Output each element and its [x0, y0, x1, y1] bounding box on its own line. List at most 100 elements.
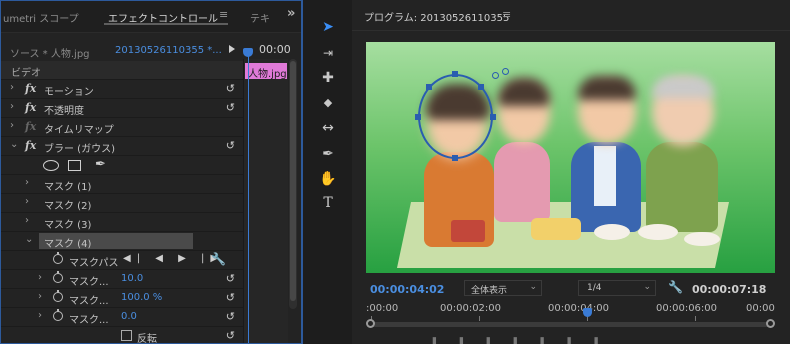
- stopwatch-icon[interactable]: [53, 252, 63, 264]
- tab-overflow-icon[interactable]: »: [287, 6, 295, 21]
- reset-icon[interactable]: ↺: [226, 329, 235, 342]
- sequence-clip-label[interactable]: 20130526110355 *...: [115, 45, 222, 56]
- program-monitor-title[interactable]: プログラム: 20130526110355: [364, 9, 509, 24]
- mask-path-track-controls[interactable]: ◀| ◀ ▶ |▶: [123, 253, 224, 264]
- mask-row-3[interactable]: › マスク (3): [1, 213, 243, 232]
- fx-icon[interactable]: fx: [25, 82, 36, 95]
- video-header-label: ビデオ: [11, 68, 41, 79]
- video-frame[interactable]: [366, 42, 775, 273]
- type-icon[interactable]: T: [318, 194, 338, 212]
- person-4: [646, 142, 718, 232]
- effect-row-motion[interactable]: › fx モーション ↺: [1, 80, 243, 99]
- reset-icon[interactable]: ↺: [226, 101, 235, 114]
- fx-icon[interactable]: fx: [25, 139, 36, 152]
- reset-icon[interactable]: ↺: [226, 139, 235, 152]
- effect-rows: ビデオ › fx モーション ↺ › fx 不透明度 ↺ › fx タイムリマッ…: [1, 61, 243, 343]
- reset-icon[interactable]: ↺: [226, 82, 235, 95]
- scrollbar-thumb[interactable]: [290, 61, 296, 301]
- mask-opacity-value[interactable]: 100.0 %: [121, 292, 162, 303]
- stopwatch-icon[interactable]: [53, 290, 63, 302]
- current-timecode[interactable]: 00:00:04:02: [370, 283, 444, 296]
- mask-vertex-right[interactable]: [490, 114, 496, 120]
- mask-vertex-left[interactable]: [415, 114, 421, 120]
- slip-icon[interactable]: ↔: [318, 119, 338, 137]
- mask-feather-handle[interactable]: [492, 72, 499, 79]
- mask-path-row[interactable]: マスクパス ◀| ◀ ▶ |▶ 🔧: [1, 251, 243, 270]
- fit-zoom-select[interactable]: 全体表示 ⌄: [464, 280, 542, 296]
- chevron-right-icon[interactable]: ›: [10, 120, 14, 131]
- mask-vertex-bottom[interactable]: [452, 155, 458, 161]
- person-3-shirt: [594, 146, 616, 206]
- mask-expansion-label: マスク...: [69, 315, 109, 326]
- zoom-handle-right[interactable]: [766, 319, 775, 328]
- mask-row-4[interactable]: ⌄ マスク (4): [1, 232, 243, 251]
- play-icon[interactable]: [229, 45, 235, 53]
- transport-controls[interactable]: ▮▮▮▮▮▮▮: [432, 336, 732, 344]
- mask-rotate-handle[interactable]: [502, 68, 509, 75]
- zoom-scroll-bar[interactable]: [368, 322, 772, 327]
- chevron-right-icon[interactable]: ›: [25, 196, 29, 207]
- rectangle-mask-icon[interactable]: [68, 160, 81, 171]
- mask-feather-row[interactable]: › マスク... 10.0 ↺: [1, 270, 243, 289]
- mask-expansion-value[interactable]: 0.0: [121, 311, 137, 322]
- reset-icon[interactable]: ↺: [226, 310, 235, 323]
- playhead-line[interactable]: [248, 53, 249, 343]
- playback-resolution-select[interactable]: 1/4 ⌄: [578, 280, 656, 296]
- hand-icon[interactable]: ✋: [318, 170, 338, 188]
- selection-arrow-icon[interactable]: ➤: [318, 18, 338, 36]
- invert-row[interactable]: 反転 ↺: [1, 327, 243, 343]
- hamburger-icon[interactable]: ≡: [502, 8, 511, 21]
- chevron-right-icon[interactable]: ›: [38, 272, 42, 283]
- clip-label[interactable]: 人物.jpg: [245, 63, 287, 79]
- effect-row-time-remap[interactable]: › fx タイムリマップ: [1, 118, 243, 137]
- zoom-handle-left[interactable]: [366, 319, 375, 328]
- source-clip-label[interactable]: ソース * 人物.jpg: [10, 45, 90, 60]
- effect-row-opacity[interactable]: › fx 不透明度 ↺: [1, 99, 243, 118]
- playhead-handle[interactable]: [243, 48, 253, 57]
- mask-expansion-row[interactable]: › マスク... 0.0 ↺: [1, 308, 243, 327]
- mask-opacity-label: マスク...: [69, 296, 109, 307]
- mask-row-1[interactable]: › マスク (1): [1, 175, 243, 194]
- mask-vertex-top-left[interactable]: [426, 84, 432, 90]
- chevron-right-icon[interactable]: ›: [10, 101, 14, 112]
- mask-opacity-row[interactable]: › マスク... 100.0 % ↺: [1, 289, 243, 308]
- chevron-right-icon[interactable]: ›: [38, 310, 42, 321]
- reset-icon[interactable]: ↺: [226, 272, 235, 285]
- hair-4: [652, 76, 714, 98]
- fx-icon[interactable]: fx: [25, 101, 36, 114]
- mini-timeline[interactable]: [243, 59, 288, 343]
- tab-lumetri-scopes[interactable]: umetri スコープ: [3, 10, 79, 25]
- chevron-right-icon[interactable]: ›: [25, 215, 29, 226]
- mask-vertex-top-right[interactable]: [478, 84, 484, 90]
- invert-checkbox[interactable]: [121, 330, 132, 341]
- mask-row-2[interactable]: › マスク (2): [1, 194, 243, 213]
- duration-timecode: 00:00:07:18: [692, 283, 767, 296]
- program-playhead[interactable]: [583, 308, 592, 317]
- reset-icon[interactable]: ↺: [226, 291, 235, 304]
- mask-vertex-top[interactable]: [452, 71, 458, 77]
- chevron-down-icon[interactable]: ⌄: [10, 139, 18, 150]
- time-ruler[interactable]: :00:00 00:00:02:00 00:00:04:00 00:00:06:…: [366, 300, 775, 324]
- chevron-right-icon[interactable]: ›: [38, 291, 42, 302]
- ellipse-mask-icon[interactable]: [43, 160, 59, 171]
- ruler-label: 00:00:0: [746, 303, 775, 314]
- chevron-right-icon[interactable]: ›: [10, 82, 14, 93]
- wrench-icon[interactable]: 🔧: [211, 252, 226, 266]
- razor-icon[interactable]: ◆: [318, 94, 338, 112]
- food-plate-2: [594, 224, 630, 240]
- settings-wrench-icon[interactable]: 🔧: [668, 280, 683, 294]
- tab-text[interactable]: テキ: [250, 10, 270, 25]
- effect-row-gaussian-blur[interactable]: ⌄ fx ブラー (ガウス) ↺: [1, 137, 243, 156]
- pen-icon[interactable]: ✒: [318, 145, 338, 163]
- ripple-edit-icon[interactable]: ✚: [318, 69, 338, 87]
- chevron-right-icon[interactable]: ›: [25, 177, 29, 188]
- pen-mask-icon[interactable]: ✒: [95, 157, 106, 172]
- gaussian-blur-label: ブラー (ガウス): [44, 144, 115, 155]
- hamburger-icon[interactable]: ≡: [219, 8, 228, 21]
- stopwatch-icon[interactable]: [53, 271, 63, 283]
- track-select-icon[interactable]: ⇥: [318, 44, 338, 62]
- mask-feather-value[interactable]: 10.0: [121, 273, 143, 284]
- stopwatch-icon[interactable]: [53, 309, 63, 321]
- mask-2-label: マスク (2): [44, 201, 92, 212]
- chevron-down-icon[interactable]: ⌄: [25, 234, 33, 245]
